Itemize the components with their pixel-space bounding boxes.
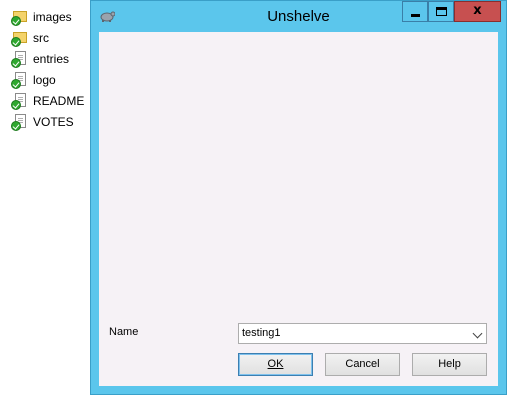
help-button[interactable]: Help <box>412 353 487 376</box>
minimize-button[interactable] <box>402 1 428 22</box>
unshelve-dialog: Unshelve x Name testing1 OK Cancel Help <box>90 0 507 395</box>
folder-checked-icon <box>11 9 28 26</box>
chevron-down-icon[interactable] <box>472 328 483 339</box>
title-bar[interactable]: Unshelve x <box>91 1 506 32</box>
file-name: entries <box>33 51 70 66</box>
shelf-name-value: testing1 <box>242 327 281 339</box>
shelf-name-combobox[interactable]: testing1 <box>238 323 487 344</box>
cancel-button[interactable]: Cancel <box>325 353 400 376</box>
folder-checked-icon <box>11 30 28 47</box>
file-item-logo[interactable]: logo <box>11 69 92 90</box>
file-name: images <box>33 9 72 24</box>
minimize-icon <box>411 14 420 17</box>
dialog-body: Name testing1 OK Cancel Help <box>99 32 498 386</box>
file-item-images[interactable]: images <box>11 6 92 27</box>
file-name: src <box>33 30 49 45</box>
file-name: logo <box>33 72 56 87</box>
screen: images src entries logo README VOTES Uns… <box>0 0 518 408</box>
document-checked-icon <box>11 71 28 89</box>
document-checked-icon <box>11 50 28 68</box>
file-name: VOTES <box>33 114 74 129</box>
ok-button[interactable]: OK <box>238 353 313 376</box>
file-item-votes[interactable]: VOTES <box>11 111 92 132</box>
file-list: images src entries logo README VOTES <box>11 6 92 132</box>
file-name: README <box>33 93 85 108</box>
document-checked-icon <box>11 92 28 110</box>
maximize-button[interactable] <box>428 1 454 22</box>
close-icon: x <box>473 3 482 18</box>
file-item-entries[interactable]: entries <box>11 48 92 69</box>
maximize-icon <box>436 7 447 16</box>
file-item-src[interactable]: src <box>11 27 92 48</box>
name-label: Name <box>109 326 139 338</box>
document-checked-icon <box>11 113 28 131</box>
ok-button-label: OK <box>267 358 284 370</box>
close-button[interactable]: x <box>454 1 501 22</box>
file-item-readme[interactable]: README <box>11 90 92 111</box>
